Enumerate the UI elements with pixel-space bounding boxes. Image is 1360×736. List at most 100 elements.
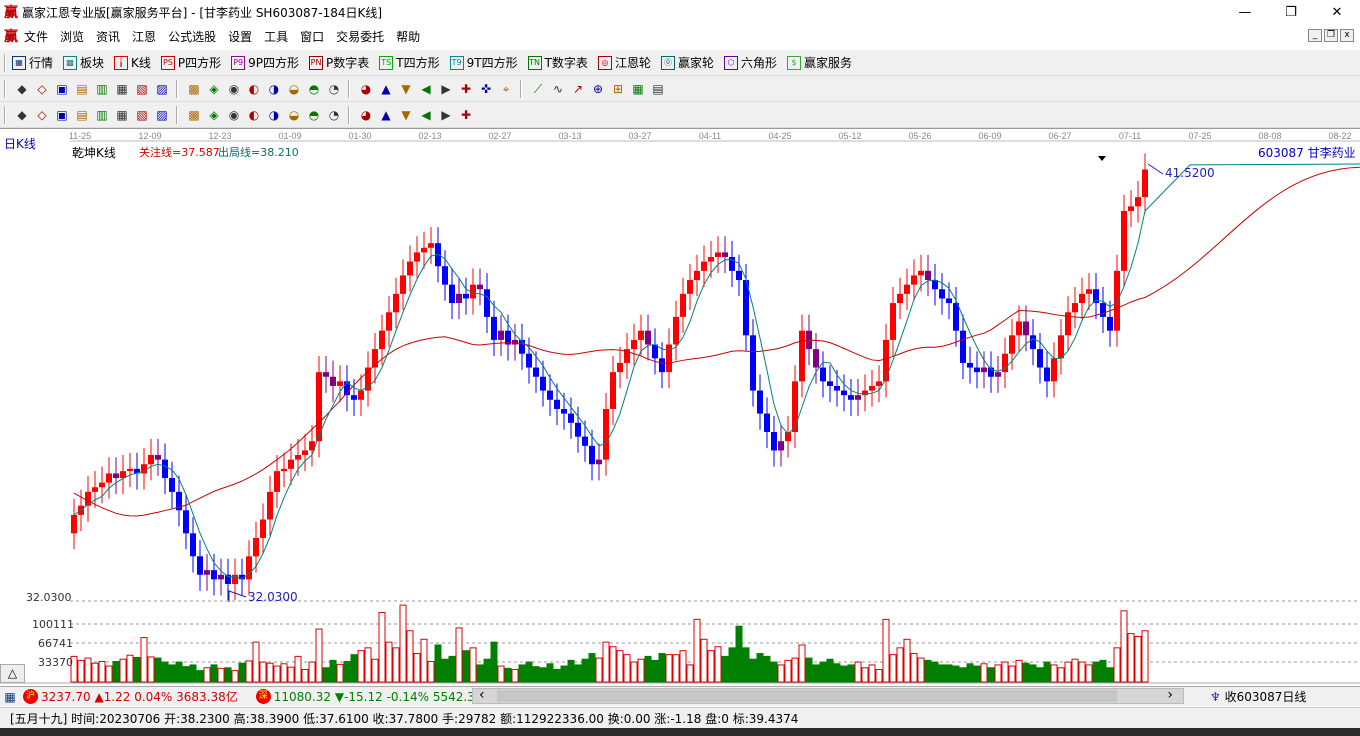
arc-icon[interactable]: ▤ xyxy=(74,107,90,123)
scroll-right-button[interactable]: › xyxy=(1167,687,1173,703)
ma-short-line xyxy=(73,163,1360,579)
mdi-close-button[interactable]: x xyxy=(1340,29,1354,42)
scroll-left-button[interactable]: ‹ xyxy=(479,687,485,703)
percent-icon[interactable]: ◉ xyxy=(226,107,242,123)
toolbar-button-pn[interactable]: PN P数字表 xyxy=(309,54,369,71)
trend-icon[interactable]: ✜ xyxy=(478,81,494,97)
fan-icon[interactable]: ▣ xyxy=(54,107,70,123)
menu-item[interactable]: 窗口 xyxy=(300,28,324,45)
kline-chart[interactable]: 11-25 12-09 12-23 01-09 01-30 02-13 02-27 03-13… xyxy=(0,128,1360,685)
prev-icon[interactable]: ◑ xyxy=(266,81,282,97)
toolbar-button-t9[interactable]: T9 9T四方形 xyxy=(449,54,518,71)
help-icon[interactable]: ▤ xyxy=(650,81,666,97)
left-diamond-icon[interactable]: ▼ xyxy=(398,81,414,97)
menu-item[interactable]: 资讯 xyxy=(96,28,120,45)
multi-chart-icon[interactable]: ▤ xyxy=(74,81,90,97)
last-icon[interactable]: ◐ xyxy=(246,81,262,97)
fib-icon[interactable]: ◐ xyxy=(246,107,262,123)
toolbar-button-tn[interactable]: TN T数字表 xyxy=(527,54,588,71)
toolbar-button-dollar[interactable]: $ 赢家服务 xyxy=(786,54,852,71)
menu-item[interactable]: 江恩 xyxy=(132,28,156,45)
candle-body xyxy=(484,289,490,317)
bar-chart-icon[interactable]: ▥ xyxy=(94,81,110,97)
menu-item[interactable]: 公式选股 xyxy=(168,28,216,45)
print-icon[interactable]: ⊞ xyxy=(610,81,626,97)
scroll-thumb[interactable] xyxy=(497,690,1117,702)
candle-body xyxy=(1142,169,1148,198)
list-icon[interactable]: ⊕ xyxy=(590,81,606,97)
mdi-minimize-button[interactable]: _ xyxy=(1308,29,1322,42)
menu-item[interactable]: 文件 xyxy=(24,28,48,45)
next-icon[interactable]: ◒ xyxy=(286,81,302,97)
close-button[interactable]: ✕ xyxy=(1314,0,1360,24)
toolbar-button-p9[interactable]: P9 9P四方形 xyxy=(231,54,299,71)
right-diamond-icon[interactable]: ◀ xyxy=(418,81,434,97)
menu-item[interactable]: 帮助 xyxy=(396,28,420,45)
grid-tool-icon[interactable]: ▨ xyxy=(154,107,170,123)
line-tool-icon[interactable]: ◆ xyxy=(14,107,30,123)
toolbar-button-ts[interactable]: TS T四方形 xyxy=(379,54,440,71)
chart-canvas[interactable]: 11-25 12-09 12-23 01-09 01-30 02-13 02-27 03-13… xyxy=(0,129,1360,686)
volume-bar xyxy=(847,664,855,683)
ruler-icon[interactable]: ◈ xyxy=(206,107,222,123)
spiral-icon[interactable]: ◔ xyxy=(326,107,342,123)
menu-item[interactable]: 浏览 xyxy=(60,28,84,45)
volume-bar xyxy=(259,661,267,683)
crosshair-icon[interactable]: ✚ xyxy=(458,81,474,97)
menu-item[interactable]: 工具 xyxy=(264,28,288,45)
menu-item[interactable]: 设置 xyxy=(228,28,252,45)
date-tick-label: 01-09 xyxy=(278,131,301,141)
pick-stock-icon[interactable]: ▩ xyxy=(186,81,202,97)
volume-bar xyxy=(861,667,869,683)
line-chart-icon[interactable]: ▧ xyxy=(134,81,150,97)
period-icon[interactable]: ◆ xyxy=(14,81,30,97)
volume-bar xyxy=(392,647,400,683)
triangle-icon[interactable]: ◈ xyxy=(206,81,222,97)
candle-body xyxy=(687,280,693,294)
doc-icon[interactable]: ▣ xyxy=(54,81,70,97)
gann-box-icon[interactable]: ▥ xyxy=(94,107,110,123)
parallel-icon[interactable]: ◇ xyxy=(34,107,50,123)
gann-fan-icon[interactable]: ◕ xyxy=(358,107,374,123)
channel-icon[interactable]: ▩ xyxy=(186,107,202,123)
wave-icon[interactable]: ◒ xyxy=(286,107,302,123)
pick-icon[interactable]: ◇ xyxy=(34,81,50,97)
rect-icon[interactable]: ▨ xyxy=(154,81,170,97)
toolbar-button-gann-wheel[interactable]: ◎ 江恩轮 xyxy=(597,54,651,71)
menu-item[interactable]: 交易委托 xyxy=(336,28,384,45)
grid-icon[interactable]: ▦ xyxy=(114,81,130,97)
maximize-button[interactable]: ❐ xyxy=(1268,0,1314,24)
calc-icon[interactable]: ↗ xyxy=(570,81,586,97)
tool-icon[interactable]: ⌖ xyxy=(498,81,514,97)
hand-icon[interactable]: ▶ xyxy=(438,81,454,97)
calendar-icon[interactable]: ∿ xyxy=(550,81,566,97)
rect-tool-icon[interactable]: ▧ xyxy=(134,107,150,123)
grid2-icon[interactable]: ⟋ xyxy=(530,81,546,97)
minimize-button[interactable]: — xyxy=(1222,0,1268,24)
camera-icon[interactable]: ▦ xyxy=(630,81,646,97)
collapse-panel-button[interactable]: △ xyxy=(0,664,25,683)
horizontal-scrollbar[interactable]: ‹ › xyxy=(472,687,1184,704)
first-icon[interactable]: ◉ xyxy=(226,81,242,97)
toolbar-button-quote-table[interactable]: ▦ 行情 xyxy=(12,54,53,71)
down-diamond-icon[interactable]: ◔ xyxy=(326,81,342,97)
expand-diamond-icon[interactable]: ◕ xyxy=(358,81,374,97)
arrow-icon[interactable]: ▲ xyxy=(378,107,394,123)
up-diamond-icon[interactable]: ◓ xyxy=(306,81,322,97)
toolbar-button-kline[interactable]: ╽ K线 xyxy=(114,54,151,71)
cycle-icon[interactable]: ◓ xyxy=(306,107,322,123)
infinity-icon[interactable]: ✚ xyxy=(458,107,474,123)
angle-icon[interactable]: ▦ xyxy=(114,107,130,123)
shrink-diamond-icon[interactable]: ▲ xyxy=(378,81,394,97)
fib-time-icon[interactable]: ◑ xyxy=(266,107,282,123)
toolbar-button-ps[interactable]: PS P四方形 xyxy=(160,54,221,71)
mdi-restore-button[interactable]: ❐ xyxy=(1324,29,1338,42)
erase-icon[interactable]: ◀ xyxy=(418,107,434,123)
toolbar-button-sector-blocks[interactable]: ▩ 板块 xyxy=(63,54,104,71)
text-tool-icon[interactable]: ▼ xyxy=(398,107,414,123)
toolbar-button-big-wheel[interactable]: ⓪ 赢家轮 xyxy=(660,54,714,71)
color-icon[interactable]: ▶ xyxy=(438,107,454,123)
toolbar-button-hexagon[interactable]: ⬡ 六角形 xyxy=(723,54,777,71)
volume-bar xyxy=(644,655,652,683)
quote-table-icon[interactable]: ▦ xyxy=(2,689,18,705)
